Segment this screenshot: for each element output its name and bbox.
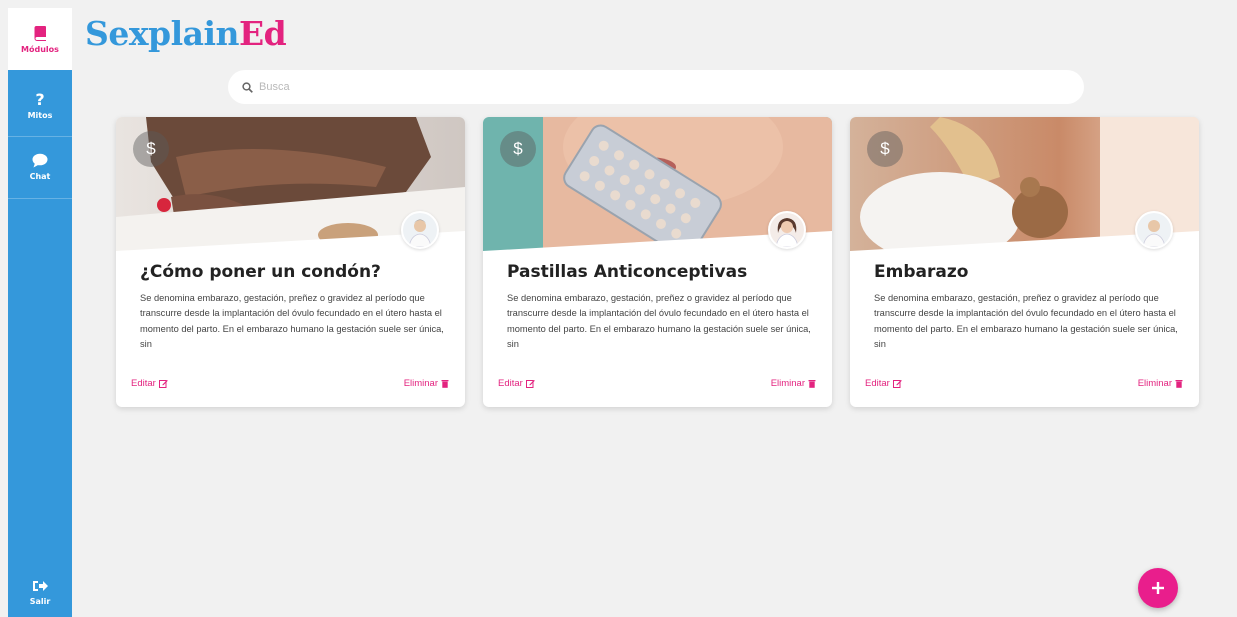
- module-card[interactable]: $ Pastillas Anticonceptivas Se denomina …: [483, 117, 832, 407]
- author-avatar[interactable]: [1135, 211, 1173, 249]
- plus-icon: [1152, 582, 1164, 594]
- sidebar-item-chat[interactable]: Chat: [8, 136, 72, 198]
- module-card[interactable]: $ ¿Cómo poner un condón? Se denomina emb…: [116, 117, 465, 407]
- sidebar-item-label: Mitos: [27, 110, 53, 120]
- card-title: Embarazo: [874, 262, 969, 282]
- question-icon: ?: [35, 91, 44, 107]
- edit-button[interactable]: Editar: [131, 378, 168, 389]
- card-title: ¿Cómo poner un condón?: [140, 262, 381, 282]
- search-input[interactable]: [259, 81, 1039, 93]
- card-title: Pastillas Anticonceptivas: [507, 262, 748, 282]
- edit-button[interactable]: Editar: [865, 378, 902, 389]
- edit-icon: [525, 380, 535, 388]
- module-card[interactable]: $ Embarazo Se denomina embarazo, gestaci…: [850, 117, 1199, 407]
- sign-out-icon: [33, 580, 48, 591]
- delete-button[interactable]: Eliminar: [404, 378, 449, 389]
- price-badge: $: [500, 131, 536, 167]
- doctor-avatar-icon: [1137, 213, 1171, 247]
- app-logo[interactable]: SexplainEd: [85, 14, 287, 53]
- card-description: Se denomina embarazo, gestación, preñez …: [140, 293, 444, 349]
- svg-text:?: ?: [35, 91, 44, 107]
- trash-icon: [441, 380, 449, 388]
- delete-button[interactable]: Eliminar: [1138, 378, 1183, 389]
- trash-icon: [1175, 380, 1183, 388]
- book-icon: [34, 25, 46, 41]
- trash-icon: [808, 380, 816, 388]
- sidebar-divider: [8, 198, 72, 199]
- add-module-button[interactable]: [1138, 568, 1178, 608]
- price-badge: $: [867, 131, 903, 167]
- chat-bubble-icon: [32, 153, 48, 168]
- edit-button[interactable]: Editar: [498, 378, 535, 389]
- edit-icon: [158, 380, 168, 388]
- author-avatar[interactable]: [768, 211, 806, 249]
- logo-text-accent: Ed: [239, 14, 287, 53]
- delete-label: Eliminar: [403, 378, 438, 389]
- search-bar[interactable]: [228, 70, 1084, 104]
- doctor-avatar-icon: [403, 213, 437, 247]
- card-description: Se denomina embarazo, gestación, preñez …: [874, 293, 1178, 349]
- edit-icon: [892, 380, 902, 388]
- logo-text-primary: Sexplain: [85, 14, 240, 53]
- sidebar-item-label: Salir: [29, 596, 51, 606]
- edit-label: Editar: [131, 378, 156, 389]
- search-icon: [242, 81, 253, 93]
- sidebar-item-label: Módulos: [21, 44, 59, 54]
- sidebar-item-modulos[interactable]: Módulos: [8, 8, 72, 70]
- edit-label: Editar: [865, 378, 890, 389]
- sidebar-item-mitos[interactable]: ? Mitos: [8, 74, 72, 136]
- edit-label: Editar: [498, 378, 523, 389]
- doctor-avatar-icon: [770, 213, 804, 247]
- sidebar-item-label: Chat: [29, 172, 51, 181]
- sidebar-item-salir[interactable]: Salir: [8, 568, 72, 616]
- card-description: Se denomina embarazo, gestación, preñez …: [507, 293, 811, 349]
- delete-label: Eliminar: [770, 378, 805, 389]
- price-badge: $: [133, 131, 169, 167]
- delete-button[interactable]: Eliminar: [771, 378, 816, 389]
- author-avatar[interactable]: [401, 211, 439, 249]
- delete-label: Eliminar: [1137, 378, 1172, 389]
- sidebar: Módulos ? Mitos Chat Salir: [8, 8, 72, 617]
